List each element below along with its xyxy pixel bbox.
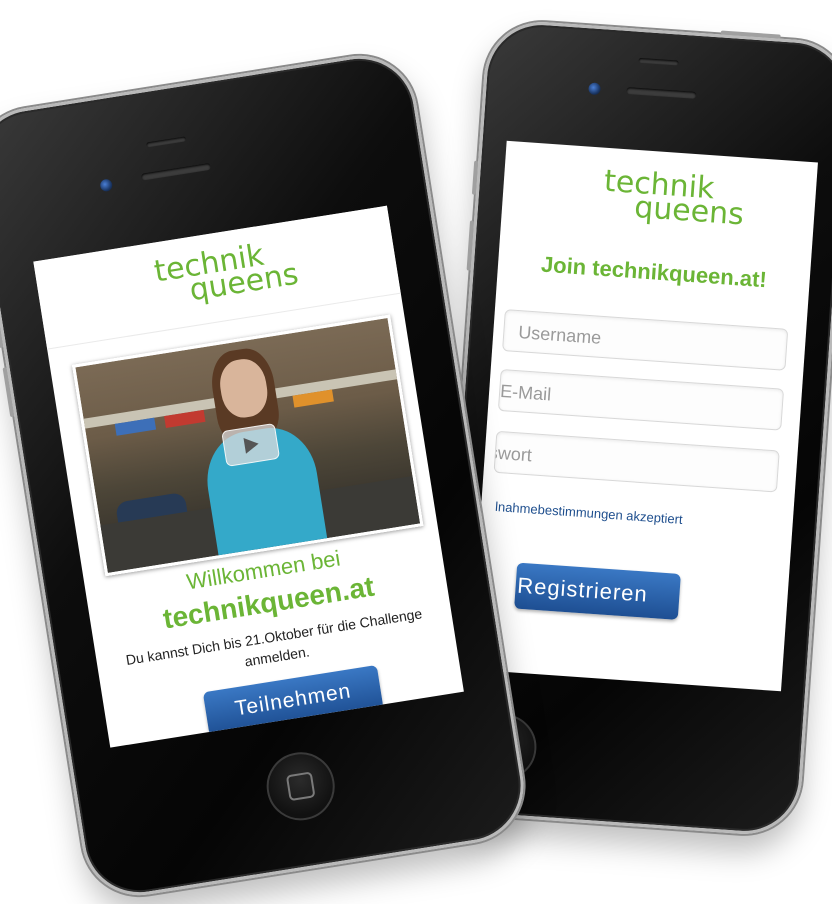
terms-checkbox-label[interactable]: lnahmebestimmungen akzeptiert [495, 499, 683, 527]
camera-icon [588, 82, 601, 96]
username-field[interactable]: Username [502, 309, 789, 371]
email-field[interactable]: E-Mail [497, 368, 785, 431]
speaker-grille-top [146, 136, 187, 148]
home-square-icon [285, 771, 316, 802]
intro-video[interactable] [71, 314, 424, 577]
speaker-grille [626, 87, 697, 99]
join-button[interactable]: Teilnehmen [202, 664, 384, 736]
registration-screen: technik queens Join technikqueen.at! User… [469, 140, 818, 692]
page-title: Join technikqueen.at! [540, 251, 768, 293]
home-button[interactable] [261, 747, 340, 826]
technikqueens-logo: technik queens [602, 163, 745, 233]
welcome-phone: technik queens Willkommen bei technikquee… [0, 47, 532, 904]
register-button[interactable]: Registrieren [514, 562, 681, 620]
camera-icon [99, 178, 114, 193]
speaker-grille [140, 162, 212, 181]
speaker-grille-top [638, 57, 679, 66]
welcome-screen: technik queens Willkommen bei technikquee… [33, 205, 464, 748]
password-field[interactable]: sswort [493, 430, 780, 493]
